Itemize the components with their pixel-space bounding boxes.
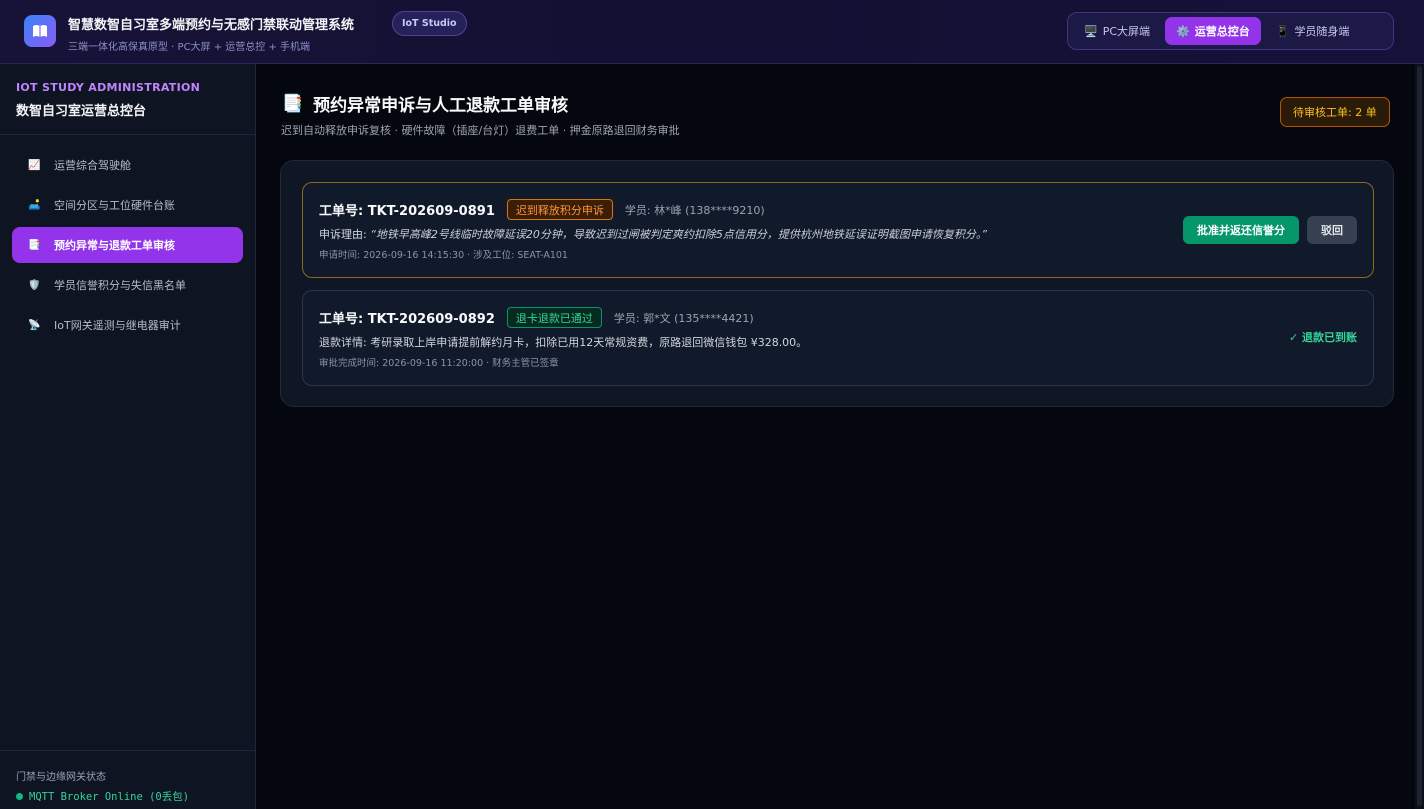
seat-icon: 🛋️ [28, 199, 41, 211]
gear-icon: ⚙️ [1176, 24, 1190, 38]
gateway-status-text: MQTT Broker Online (0丢包) [29, 791, 190, 803]
sidebar-title: 数智自习室运营总控台 [16, 104, 147, 119]
antenna-icon: 📡 [28, 319, 41, 331]
ticket-body-label: 退款详情: [319, 336, 371, 349]
ticket-user: 学员: 郭*文 (135****4421) [613, 311, 754, 325]
page-title-text: 预约异常申诉与人工退款工单审核 [313, 96, 569, 116]
divider [0, 750, 255, 751]
document-icon: 📑 [282, 93, 304, 114]
ticket-body-label: 申诉理由: [319, 228, 371, 241]
ticket-meta: 审批完成时间: 2026-09-16 11:20:00 · 财务主管已签章 [319, 358, 559, 369]
ticket-id: 工单号: TKT-202609-0892 [319, 312, 495, 327]
chart-icon: 📈 [28, 159, 41, 171]
top-bar: 智慧数智自习室多端预约与无感门禁联动管理系统 三端一体化高保真原型 · PC大屏… [0, 0, 1424, 64]
studio-badge: IoT Studio [392, 11, 467, 36]
ticket-user: 学员: 林*峰 (138****9210) [624, 203, 765, 217]
ticket-card: 工单号: TKT-202609-0892 退卡退款已通过 学员: 郭*文 (13… [302, 290, 1374, 386]
sidebar-item-tickets[interactable]: 📑 预约异常与退款工单审核 [12, 227, 243, 263]
sidebar-item-credit[interactable]: 🛡️ 学员信誉积分与失信黑名单 [12, 267, 243, 303]
page-title: 📑 预约异常申诉与人工退款工单审核 [282, 91, 569, 117]
sidebar-item-label: 预约异常与退款工单审核 [54, 239, 175, 252]
app-title: 智慧数智自习室多端预约与无感门禁联动管理系统 [68, 18, 355, 33]
tab-ops-console[interactable]: ⚙️ 运营总控台 [1165, 17, 1261, 45]
divider [0, 134, 255, 135]
ticket-body-text: 考研录取上岸申请提前解约月卡，扣除已用12天常规资费，原路退回微信钱包 ¥328… [370, 336, 808, 349]
sidebar-item-seats[interactable]: 🛋️ 空间分区与工位硬件台账 [12, 187, 243, 223]
tab-label: 学员随身端 [1294, 25, 1350, 38]
ticket-body-text: “地铁早高峰2号线临时故障延误20分钟，导致迟到过闸被判定爽约扣除5点信用分，提… [370, 228, 988, 241]
ticket-body: 申诉理由: “地铁早高峰2号线临时故障延误20分钟，导致迟到过闸被判定爽约扣除5… [319, 226, 987, 242]
ticket-panel: 工单号: TKT-202609-0891 迟到释放积分申诉 学员: 林*峰 (1… [280, 160, 1394, 407]
tab-label: PC大屏端 [1102, 25, 1151, 38]
tab-pc-screen[interactable]: 🖥️ PC大屏端 [1073, 17, 1161, 45]
ticket-meta: 申请时间: 2026-09-16 14:15:30 · 涉及工位: SEAT-A… [319, 250, 568, 261]
status-dot-icon [16, 793, 23, 800]
view-switcher: 🖥️ PC大屏端 ⚙️ 运营总控台 📱 学员随身端 [1067, 12, 1394, 50]
gateway-status: MQTT Broker Online (0丢包) [16, 789, 189, 804]
status-badge: 退卡退款已通过 [506, 307, 602, 328]
gateway-status-label: 门禁与边缘网关状态 [16, 772, 106, 783]
scrollbar-thumb[interactable] [1417, 66, 1422, 806]
ticket-body: 退款详情: 考研录取上岸申请提前解约月卡，扣除已用12天常规资费，原路退回微信钱… [319, 334, 807, 350]
status-badge: 迟到释放积分申诉 [506, 199, 613, 220]
monitor-icon: 🖥️ [1084, 24, 1098, 38]
sidebar-item-label: 运营综合驾驶舱 [54, 159, 131, 172]
sidebar-item-label: 学员信誉积分与失信黑名单 [54, 279, 186, 292]
ticket-actions: 批准并返还信誉分 驳回 [1183, 216, 1357, 244]
ticket-header: 工单号: TKT-202609-0892 退卡退款已通过 学员: 郭*文 (13… [319, 307, 754, 328]
tab-student-mobile[interactable]: 📱 学员随身端 [1265, 17, 1361, 45]
page-subtitle: 迟到自动释放申诉复核 · 硬件故障（插座/台灯）退费工单 · 押金原路退回财务审… [281, 124, 680, 137]
pending-count-badge: 待审核工单: 2 单 [1280, 97, 1390, 127]
ticket-id: 工单号: TKT-202609-0891 [319, 204, 495, 219]
tab-label: 运营总控台 [1194, 25, 1250, 38]
book-icon [24, 15, 56, 47]
sidebar-item-label: IoT网关遥测与继电器审计 [54, 319, 181, 332]
phone-icon: 📱 [1275, 24, 1290, 38]
sidebar-item-label: 空间分区与工位硬件台账 [54, 199, 175, 212]
ticket-header: 工单号: TKT-202609-0891 迟到释放积分申诉 学员: 林*峰 (1… [319, 199, 765, 220]
ticket-card: 工单号: TKT-202609-0891 迟到释放积分申诉 学员: 林*峰 (1… [302, 182, 1374, 278]
sidebar-nav: 📈 运营综合驾驶舱 🛋️ 空间分区与工位硬件台账 📑 预约异常与退款工单审核 🛡… [12, 147, 243, 343]
reject-button[interactable]: 驳回 [1307, 216, 1357, 244]
sidebar-item-dashboard[interactable]: 📈 运营综合驾驶舱 [12, 147, 243, 183]
sidebar: IOT STUDY ADMINISTRATION 数智自习室运营总控台 📈 运营… [0, 64, 256, 809]
approve-button[interactable]: 批准并返还信誉分 [1183, 216, 1299, 244]
app-subtitle: 三端一体化高保真原型 · PC大屏 + 运营总控 + 手机端 [68, 42, 311, 53]
sidebar-item-iot[interactable]: 📡 IoT网关遥测与继电器审计 [12, 307, 243, 343]
document-icon: 📑 [28, 239, 41, 251]
shield-icon: 🛡️ [28, 279, 41, 291]
sidebar-eyebrow: IOT STUDY ADMINISTRATION [16, 81, 201, 94]
refund-complete-label: ✓ 退款已到账 [1288, 331, 1357, 344]
